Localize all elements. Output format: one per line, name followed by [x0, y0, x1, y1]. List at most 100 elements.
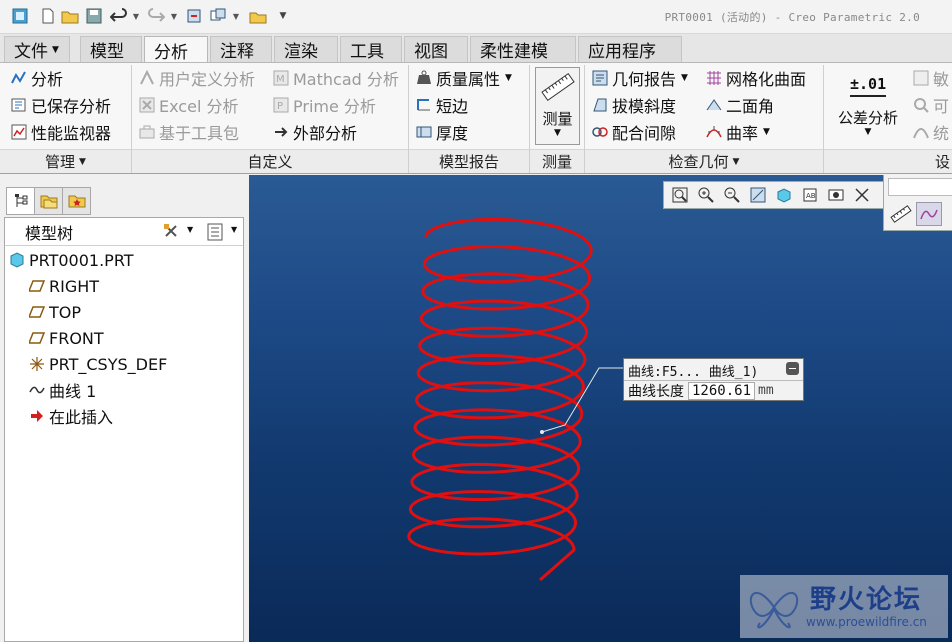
sensitivity-analysis-button[interactable]: 敏	[912, 66, 949, 90]
tree-item-right[interactable]: RIGHT	[29, 274, 99, 298]
external-analysis-button[interactable]: 外部分析	[272, 120, 357, 144]
manage-chevron-down-icon: ▼	[79, 156, 86, 167]
model-tree-tab[interactable]	[6, 187, 35, 215]
external-analysis-icon	[275, 127, 288, 137]
open-folder-icon[interactable]	[60, 6, 80, 26]
tab-model[interactable]: 模型	[80, 36, 142, 62]
svg-text:AB: AB	[806, 192, 816, 200]
folder-browser-tab[interactable]	[34, 187, 63, 215]
windows-menu-chevron-down-icon[interactable]: ▼	[230, 6, 242, 26]
undo-icon[interactable]	[108, 6, 130, 26]
csys-icon	[30, 357, 44, 371]
geometry-report-chevron-down-icon: ▼	[681, 73, 688, 83]
mating-clearance-button[interactable]: 配合间隙	[591, 120, 676, 144]
tab-file[interactable]: 文件 ▼	[4, 36, 70, 62]
tree-item-part[interactable]: PRT0001.PRT	[9, 248, 134, 272]
helix-curve[interactable]	[249, 175, 952, 642]
graphics-viewport[interactable]: AB	[249, 175, 952, 642]
tab-annotate[interactable]: 注释	[210, 36, 272, 62]
curvature-chevron-down-icon: ▼	[763, 127, 770, 137]
watermark: 野火论坛 www.proewildfire.cn	[740, 575, 948, 638]
group-label-manage[interactable]: 管理 ▼	[0, 149, 131, 173]
regenerate-icon[interactable]	[184, 6, 204, 26]
measure-button[interactable]: 测量 ▼	[535, 67, 580, 145]
tree-item-insert-here[interactable]: 在此插入	[29, 404, 113, 428]
dihedral-angle-button[interactable]: 二面角	[705, 93, 774, 117]
tree-item-csys[interactable]: PRT_CSYS_DEF	[29, 352, 167, 376]
tree-item-top[interactable]: TOP	[29, 300, 81, 324]
group-label-model-report: 模型报告	[409, 149, 529, 173]
windows-icon[interactable]	[208, 6, 228, 26]
tree-show-chevron-down-icon[interactable]: ▼	[231, 225, 237, 234]
tree-settings-icon[interactable]	[163, 223, 181, 245]
redo-menu-chevron-down-icon[interactable]: ▼	[168, 6, 180, 26]
curve-analysis-icon[interactable]	[916, 202, 942, 226]
ruler-icon	[541, 73, 575, 101]
performance-monitor-button[interactable]: 性能监视器	[10, 120, 111, 144]
tree-item-front[interactable]: FRONT	[29, 326, 104, 350]
geometry-report-button[interactable]: 几何报告 ▼	[591, 66, 688, 90]
short-edge-button[interactable]: 短边	[415, 93, 468, 117]
tab-view[interactable]: 视图	[404, 36, 468, 62]
save-icon[interactable]	[84, 6, 104, 26]
display-style-icon[interactable]	[772, 184, 796, 206]
undo-menu-chevron-down-icon[interactable]: ▼	[130, 6, 142, 26]
model-tree: 模型树 ▼ ▼ PRT0001.PRT RIGHT TOP FRONT PRT_…	[4, 217, 244, 642]
saved-analysis-button[interactable]: 已保存分析	[10, 93, 111, 117]
measure-length-icon[interactable]	[888, 202, 914, 226]
prime-analysis-button[interactable]: P Prime 分析	[272, 93, 376, 117]
saved-orientations-icon[interactable]: AB	[798, 184, 822, 206]
tree-settings-chevron-down-icon[interactable]: ▼	[187, 225, 193, 234]
curvature-icon	[706, 126, 722, 138]
feasibility-button[interactable]: 可	[912, 93, 949, 117]
mass-properties-chevron-down-icon: ▼	[505, 73, 512, 83]
mesh-surface-icon	[707, 71, 721, 85]
mini-panel-input[interactable]	[888, 178, 952, 196]
redo-icon[interactable]	[146, 6, 166, 26]
customize-toolbar-chevron-down-icon[interactable]: ▼	[276, 6, 290, 26]
mass-properties-button[interactable]: 质量属性 ▼	[415, 66, 512, 90]
toolkit-based-button[interactable]: 基于工具包	[138, 120, 239, 144]
tab-tools[interactable]: 工具	[340, 36, 402, 62]
folder-browser-icon	[40, 195, 57, 209]
refit-icon[interactable]	[668, 184, 692, 206]
mathcad-analysis-button[interactable]: M Mathcad 分析	[272, 66, 399, 90]
repaint-icon[interactable]	[746, 184, 770, 206]
tab-flexible-modeling[interactable]: 柔性建模	[470, 36, 576, 62]
statistical-button[interactable]: 统	[912, 120, 949, 144]
new-file-icon[interactable]	[38, 6, 58, 26]
watermark-text: 野火论坛	[810, 585, 923, 615]
mesh-surface-button[interactable]: 网格化曲面	[705, 66, 806, 90]
collapse-icon[interactable]	[786, 362, 799, 375]
group-label-inspect-geometry[interactable]: 检查几何 ▼	[585, 149, 823, 173]
thickness-button[interactable]: 厚度	[415, 120, 468, 144]
helix-path[interactable]	[407, 217, 593, 582]
user-defined-analysis-button[interactable]: 用户定义分析	[138, 66, 255, 90]
datum-display-icon[interactable]	[824, 184, 848, 206]
draft-button[interactable]: 拔模斜度	[591, 93, 676, 117]
tab-render[interactable]: 渲染	[274, 36, 338, 62]
analysis-button[interactable]: 分析	[10, 66, 63, 90]
annotation-display-icon[interactable]	[850, 184, 874, 206]
toolkit-icon	[139, 125, 155, 139]
curve-length-annotation[interactable]: 曲线:F5... 曲线_1) 曲线长度 1260.61 mm	[623, 358, 804, 401]
svg-text:P: P	[277, 101, 283, 112]
tree-show-icon[interactable]	[207, 223, 223, 245]
tree-item-curve[interactable]: 曲线 1	[29, 378, 96, 402]
tolerance-analysis-button[interactable]: ±.01 公差分析 ▼	[830, 67, 906, 145]
excel-analysis-button[interactable]: Excel 分析	[138, 93, 238, 117]
favorites-folder-icon	[68, 195, 85, 208]
feasibility-icon	[914, 98, 929, 113]
datum-plane-icon	[29, 332, 45, 344]
favorites-tab[interactable]	[62, 187, 91, 215]
analysis-mini-panel	[883, 175, 952, 231]
zoom-out-icon[interactable]	[720, 184, 744, 206]
curvature-button[interactable]: 曲率 ▼	[705, 120, 770, 144]
tab-analysis[interactable]: 分析	[144, 36, 208, 63]
tab-applications[interactable]: 应用程序	[578, 36, 682, 62]
excel-icon	[139, 97, 155, 113]
zoom-in-icon[interactable]	[694, 184, 718, 206]
app-logo-icon[interactable]	[10, 6, 30, 26]
close-window-folder-icon[interactable]	[248, 6, 268, 26]
group-label-design-study: 设	[824, 149, 952, 173]
